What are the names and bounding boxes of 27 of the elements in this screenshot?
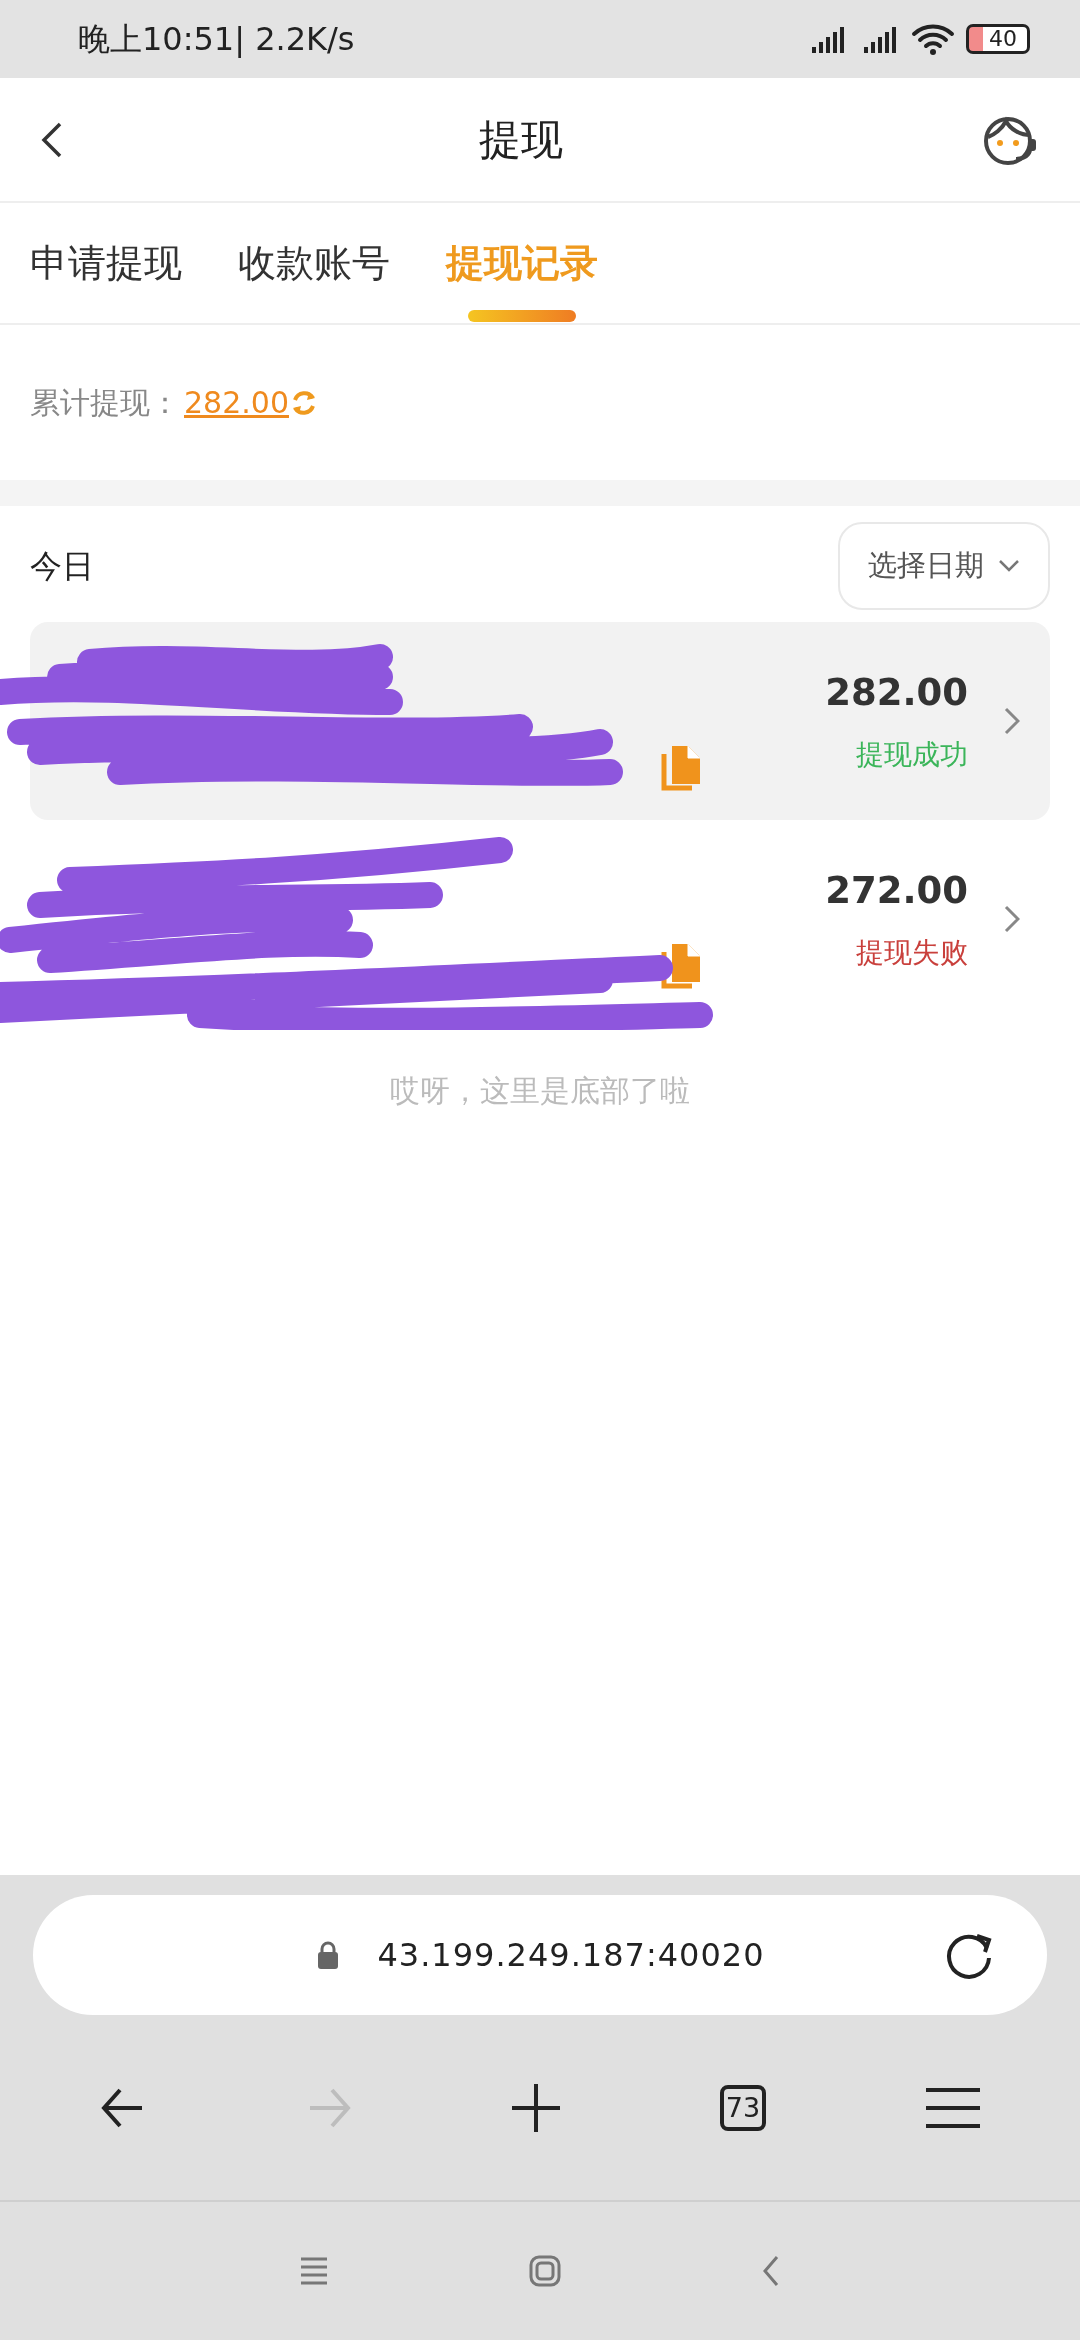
- tab[interactable]: 申请提现: [30, 203, 182, 323]
- record-amount: 282.00: [825, 669, 968, 716]
- url-text: 43.199.249.187:40020: [377, 1935, 765, 1976]
- back-icon[interactable]: [761, 2255, 781, 2287]
- home-icon[interactable]: [529, 2255, 561, 2287]
- address-bar[interactable]: 43.199.249.187:40020: [33, 1895, 1047, 2015]
- copy-icon[interactable]: [660, 941, 702, 990]
- tab[interactable]: 收款账号: [238, 203, 390, 323]
- battery-icon: 40: [966, 24, 1030, 54]
- status-time: 晚上10:51| 2.2K/s: [78, 19, 355, 60]
- tab-count-button[interactable]: 73: [720, 2084, 766, 2131]
- plus-icon[interactable]: [512, 2083, 560, 2132]
- date-filter-dropdown[interactable]: 选择日期: [838, 522, 1050, 610]
- end-of-list-text: 哎呀，这里是底部了啦: [389, 1071, 691, 1110]
- chevron-right-icon: [1004, 904, 1020, 933]
- total-label: 累计提现：: [30, 384, 180, 422]
- chevron-down-icon: [998, 558, 1020, 573]
- record-status: 提现成功: [856, 737, 968, 774]
- record-amount: 272.00: [825, 867, 968, 914]
- page-title: 提现: [479, 114, 563, 166]
- chevron-right-icon: [1004, 706, 1020, 735]
- record-status: 提现失败: [856, 935, 968, 972]
- section-title: 今日: [30, 545, 94, 587]
- recent-apps-icon[interactable]: [299, 2256, 329, 2286]
- copy-icon[interactable]: [660, 743, 702, 792]
- menu-icon[interactable]: [926, 2086, 980, 2129]
- wifi-icon: [910, 22, 956, 56]
